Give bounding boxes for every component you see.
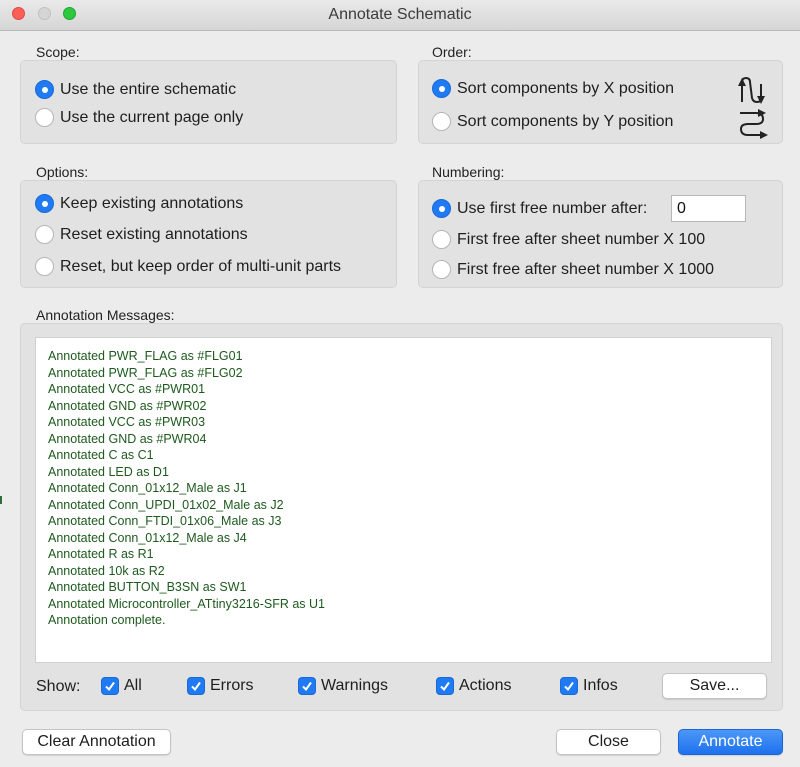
numbering-first-free[interactable]: Use first free number after: bbox=[432, 199, 647, 218]
message-line: Annotated R as R1 bbox=[48, 547, 154, 561]
show-label: Show: bbox=[36, 678, 81, 695]
message-line: Annotated Microcontroller_ATtiny3216-SFR… bbox=[48, 596, 325, 611]
numbering-option-label: First free after sheet number X 100 bbox=[457, 230, 706, 248]
filter-label: Errors bbox=[210, 677, 254, 694]
scope-option-label: Use the current page only bbox=[60, 108, 244, 126]
numbering-label: Numbering: bbox=[432, 164, 505, 180]
scope-option-current-page[interactable]: Use the current page only bbox=[35, 108, 243, 127]
numbering-option-label: Use first free number after: bbox=[457, 199, 648, 217]
order-group bbox=[418, 60, 783, 144]
filter-all[interactable]: All bbox=[101, 677, 142, 695]
scope-group bbox=[20, 60, 397, 144]
filter-label: Infos bbox=[583, 677, 618, 694]
radio-unselected-icon[interactable] bbox=[35, 257, 54, 276]
filter-actions[interactable]: Actions bbox=[436, 677, 511, 695]
messages-label: Annotation Messages: bbox=[36, 307, 175, 323]
message-line: Annotated GND as #PWR04 bbox=[48, 431, 207, 446]
radio-unselected-icon[interactable] bbox=[35, 108, 54, 127]
radio-unselected-icon[interactable] bbox=[35, 225, 54, 244]
message-line: Annotated Conn_01x12_Male as J4 bbox=[48, 530, 247, 545]
order-option-x[interactable]: Sort components by X position bbox=[432, 79, 674, 98]
message-line: Annotated PWR_FLAG as #FLG01 bbox=[48, 349, 243, 363]
clear-annotation-button[interactable]: Clear Annotation bbox=[22, 729, 171, 755]
title-bar[interactable]: Annotate Schematic bbox=[0, 0, 800, 31]
close-button[interactable]: Close bbox=[556, 729, 661, 755]
scope-option-entire[interactable]: Use the entire schematic bbox=[35, 80, 236, 99]
options-reset-existing[interactable]: Reset existing annotations bbox=[35, 225, 248, 244]
options-keep-existing[interactable]: Keep existing annotations bbox=[35, 194, 243, 213]
sort-x-icon bbox=[738, 76, 765, 104]
messages-list[interactable]: Annotated PWR_FLAG as #FLG01 Annotated PW… bbox=[35, 337, 772, 663]
message-line: Annotated 10k as R2 bbox=[48, 563, 165, 578]
options-label: Options: bbox=[36, 164, 89, 180]
background-edge bbox=[0, 496, 2, 504]
annotate-schematic-dialog: Annotate Schematic Scope: Use the entire… bbox=[0, 0, 800, 767]
options-reset-keep-order[interactable]: Reset, but keep order of multi-unit part… bbox=[35, 257, 341, 276]
radio-unselected-icon[interactable] bbox=[432, 230, 451, 249]
message-line: Annotated BUTTON_B3SN as SW1 bbox=[48, 580, 247, 594]
message-line: Annotated C as C1 bbox=[48, 448, 154, 462]
order-option-y[interactable]: Sort components by Y position bbox=[432, 112, 673, 131]
options-option-label: Reset, but keep order of multi-unit part… bbox=[60, 257, 342, 275]
scope-label: Scope: bbox=[36, 44, 80, 60]
checkbox-checked-icon[interactable] bbox=[101, 677, 119, 695]
radio-selected-icon[interactable] bbox=[432, 199, 451, 218]
numbering-sheet-x1000[interactable]: First free after sheet number X 1000 bbox=[432, 260, 714, 279]
checkbox-checked-icon[interactable] bbox=[560, 677, 578, 695]
message-line: Annotated Conn_FTDI_01x06_Male as J3 bbox=[48, 514, 282, 528]
checkbox-checked-icon[interactable] bbox=[298, 677, 316, 695]
message-line: Annotated Conn_01x12_Male as J1 bbox=[48, 481, 247, 495]
scope-option-label: Use the entire schematic bbox=[60, 80, 237, 98]
checkbox-checked-icon[interactable] bbox=[436, 677, 454, 695]
annotate-button[interactable]: Annotate bbox=[678, 729, 783, 755]
radio-selected-icon[interactable] bbox=[432, 79, 451, 98]
numbering-sheet-x100[interactable]: First free after sheet number X 100 bbox=[432, 230, 705, 249]
filter-infos[interactable]: Infos bbox=[560, 677, 618, 695]
filter-errors[interactable]: Errors bbox=[187, 677, 254, 695]
message-line: Annotated VCC as #PWR03 bbox=[48, 415, 206, 429]
message-line: Annotated VCC as #PWR01 bbox=[48, 382, 206, 396]
radio-selected-icon[interactable] bbox=[35, 194, 54, 213]
message-line: Annotation complete. bbox=[48, 613, 166, 627]
options-option-label: Reset existing annotations bbox=[60, 225, 248, 243]
save-button[interactable]: Save... bbox=[662, 673, 767, 699]
message-line: Annotated LED as D1 bbox=[48, 464, 169, 479]
message-line: Annotated PWR_FLAG as #FLG02 bbox=[48, 365, 243, 380]
numbering-option-label: First free after sheet number X 1000 bbox=[457, 260, 715, 278]
window-title: Annotate Schematic bbox=[328, 6, 472, 23]
sort-y-icon bbox=[739, 109, 768, 139]
order-option-label: Sort components by X position bbox=[457, 79, 675, 97]
filter-label: All bbox=[124, 677, 142, 694]
message-line: Annotated GND as #PWR02 bbox=[48, 398, 207, 413]
radio-unselected-icon[interactable] bbox=[432, 260, 451, 279]
filter-warnings[interactable]: Warnings bbox=[298, 677, 388, 695]
filter-label: Warnings bbox=[321, 677, 388, 694]
order-label: Order: bbox=[432, 44, 472, 60]
checkbox-checked-icon[interactable] bbox=[187, 677, 205, 695]
start-number-input[interactable] bbox=[671, 195, 746, 222]
message-line: Annotated Conn_UPDI_01x02_Male as J2 bbox=[48, 497, 284, 512]
order-option-label: Sort components by Y position bbox=[457, 112, 674, 130]
radio-unselected-icon[interactable] bbox=[432, 112, 451, 131]
radio-selected-icon[interactable] bbox=[35, 80, 54, 99]
options-option-label: Keep existing annotations bbox=[60, 194, 244, 212]
filter-label: Actions bbox=[459, 677, 512, 694]
